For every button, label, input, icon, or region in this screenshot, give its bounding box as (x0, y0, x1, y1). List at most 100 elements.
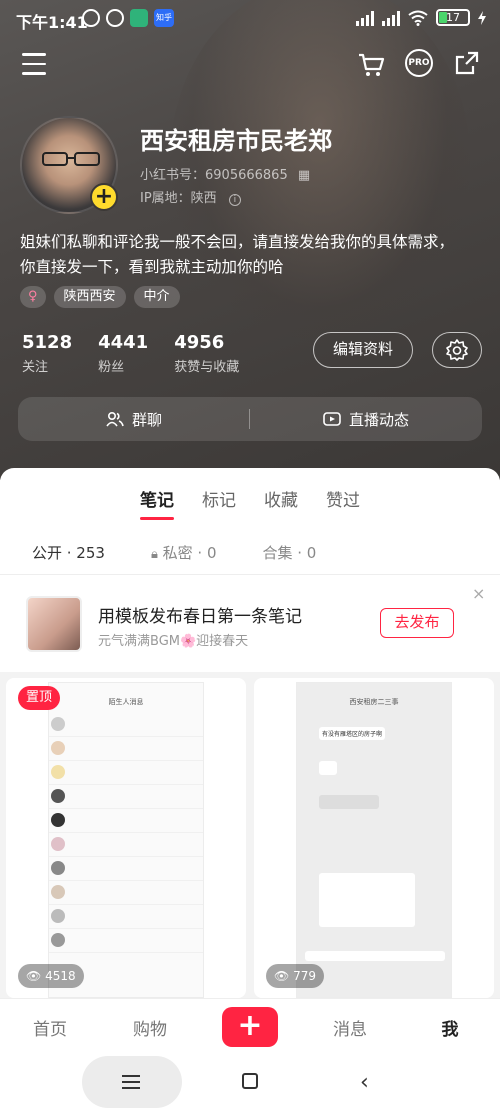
tab-collections[interactable]: 收藏 (264, 486, 298, 511)
promo-title: 用模板发布春日第一条笔记 (98, 607, 302, 627)
status-time: 下午1:41 (16, 13, 88, 32)
location-tag: 陕西西安 (53, 286, 126, 308)
cart-icon[interactable] (357, 51, 385, 79)
notes-panel: 笔记 标记 收藏 赞过 公开 · 253 🔒︎ 私密 · 0 合集 · 0 用模… (0, 468, 500, 1002)
status-bar: 下午1:41 知乎 17 (0, 0, 500, 40)
cover-screen-title: 陌生人消息 (108, 698, 144, 706)
eye-icon: 👁︎ (274, 969, 290, 983)
cover-chat-row (49, 785, 203, 809)
note-card[interactable]: 西安租房二三事 有没有雁塔区的房子啊 👁︎ 779 (254, 678, 494, 998)
stat-likes[interactable]: 4956 获赞与收藏 (174, 332, 239, 375)
cover-chat-row (49, 881, 203, 905)
tab-shop[interactable]: 购物 (110, 1015, 190, 1040)
top-navigation: PRO (0, 45, 500, 85)
tab-me[interactable]: 我 (410, 1015, 490, 1040)
eye-icon: 👁︎ (26, 969, 42, 983)
profile-bio: 姐妹们私聊和评论我一般不会回，请直接发给我你的具体需求， 你直接发一下，看到我就… (20, 230, 485, 280)
cover-chat-row (49, 713, 203, 737)
menu-icon (122, 1075, 140, 1093)
lock-icon: 🔒︎ (150, 547, 158, 562)
cover-chat-row (49, 929, 203, 953)
cover-chat-row (49, 809, 203, 833)
divider (0, 574, 500, 575)
group-icon (106, 411, 124, 427)
signal-hd-icon (382, 10, 400, 26)
group-chat-label: 群聊 (131, 410, 162, 429)
stat-following[interactable]: 5128 关注 (22, 332, 72, 375)
gear-icon (446, 339, 468, 361)
tab-home[interactable]: 首页 (10, 1015, 90, 1040)
template-promo-card[interactable]: 用模板发布春日第一条笔记 元气满满BGM🌸迎接春天 去发布 × (6, 584, 492, 660)
cover-input-bar (305, 951, 445, 961)
profile-id: 小红书号：6905666865 ▦ (140, 164, 310, 183)
tab-liked[interactable]: 赞过 (326, 486, 360, 511)
cover-chat-bubble (319, 873, 415, 927)
status-right-icons: 17 (356, 9, 486, 26)
share-icon[interactable] (454, 50, 480, 76)
cover-chat-row (49, 833, 203, 857)
signal-icon (356, 10, 374, 26)
gender-tag: ♀ (20, 286, 46, 308)
stat-number: 5128 (22, 332, 73, 353)
home-button[interactable] (242, 1073, 258, 1089)
qrcode-icon[interactable]: ▦ (298, 168, 310, 183)
charging-icon (478, 10, 486, 25)
pinned-badge: 置顶 (18, 686, 61, 710)
cover-screen-title: 西安租房二三事 (349, 698, 399, 706)
filter-private-label: 私密 · 0 (162, 544, 217, 562)
view-count: 👁︎ 4518 (18, 964, 84, 988)
cover-chat-row (49, 905, 203, 929)
cover-chat-row (49, 761, 203, 785)
wifi-icon (408, 10, 428, 26)
notes-grid: 陌生人消息 置顶 👁︎ 4518 西安租房二三事 有没有雁塔区的房子啊 👁︎ 7… (0, 672, 500, 1002)
mute-icon (82, 9, 100, 27)
publish-button[interactable]: 去发布 (380, 608, 454, 638)
avatar-photo (42, 152, 100, 166)
content-tabs: 笔记 标记 收藏 赞过 (0, 486, 500, 520)
filter-collection[interactable]: 合集 · 0 (263, 542, 317, 563)
live-icon (323, 412, 341, 426)
system-navigation-bar: ‹ (0, 1054, 500, 1111)
cover-chat-row (49, 857, 203, 881)
stat-number: 4956 (174, 332, 225, 353)
stat-label: 关注 (22, 360, 49, 375)
cover-chat-bubble (319, 761, 337, 775)
settings-button[interactable] (432, 332, 482, 368)
live-feed-label: 直播动态 (348, 410, 409, 429)
profile-id-text: 小红书号：6905666865 (140, 168, 288, 183)
close-icon[interactable]: × (472, 584, 485, 603)
info-icon[interactable]: i (228, 194, 241, 206)
stat-label: 粉丝 (98, 360, 125, 375)
promo-thumbnail (26, 596, 82, 652)
stat-followers[interactable]: 4441 粉丝 (98, 332, 148, 375)
menu-icon[interactable] (22, 53, 46, 75)
battery-level: 17 (446, 11, 460, 24)
tab-marks[interactable]: 标记 (202, 486, 236, 511)
shield-app-icon (130, 9, 148, 27)
tab-messages[interactable]: 消息 (310, 1015, 390, 1040)
note-cover-image: 陌生人消息 (48, 682, 204, 998)
add-note-button[interactable]: + (222, 1007, 278, 1047)
stat-label: 获赞与收藏 (174, 360, 240, 375)
filter-private[interactable]: 🔒︎ 私密 · 0 (151, 542, 217, 563)
stat-number: 4441 (98, 332, 149, 353)
bio-line: 姐妹们私聊和评论我一般不会回，请直接发给我你的具体需求， (20, 233, 455, 251)
profile-location-text: IP属地：陕西 (140, 191, 217, 206)
live-feed-button[interactable]: 直播动态 (250, 397, 482, 441)
filter-public[interactable]: 公开 · 253 (32, 542, 105, 563)
back-button[interactable]: ‹ (360, 1070, 369, 1095)
pro-icon[interactable]: PRO (405, 49, 433, 77)
group-live-bar: 群聊 直播动态 (18, 397, 482, 441)
note-cover-image: 西安租房二三事 有没有雁塔区的房子啊 (296, 682, 452, 998)
occupation-tag: 中介 (133, 286, 180, 308)
tab-notes[interactable]: 笔记 (140, 486, 174, 520)
edit-profile-button[interactable]: 编辑资料 (313, 332, 413, 368)
alarm-icon (106, 9, 124, 27)
add-avatar-button[interactable]: + (90, 183, 118, 211)
view-count-number: 4518 (45, 969, 76, 983)
zhihu-app-icon: 知乎 (154, 9, 174, 27)
group-chat-button[interactable]: 群聊 (18, 397, 250, 441)
note-card[interactable]: 陌生人消息 置顶 👁︎ 4518 (6, 678, 246, 998)
profile-name: 西安租房市民老郑 (140, 127, 332, 155)
status-notification-icons: 知乎 (82, 9, 174, 27)
